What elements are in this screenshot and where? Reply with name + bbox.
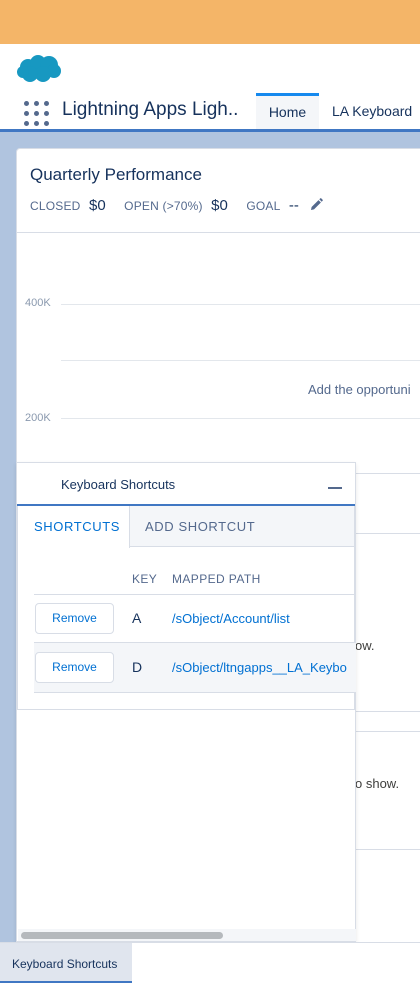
shortcut-key: A bbox=[132, 610, 142, 626]
tab-home[interactable]: Home bbox=[256, 93, 319, 129]
row-divider bbox=[34, 692, 356, 693]
list-divider bbox=[355, 711, 420, 712]
tab-la-keyboard[interactable]: LA Keyboard bbox=[332, 93, 412, 129]
table-row: Remove D /sObject/ltngapps__LA_Keybo bbox=[34, 643, 356, 692]
y-axis-label-200k: 200K bbox=[25, 412, 51, 424]
app-name: Lightning Apps Ligh.. bbox=[62, 99, 239, 120]
app-launcher-icon[interactable] bbox=[24, 101, 50, 127]
closed-label: CLOSED bbox=[30, 199, 81, 213]
gridline bbox=[61, 360, 420, 361]
header-divider bbox=[34, 594, 356, 595]
remove-button[interactable]: Remove bbox=[35, 603, 114, 634]
mapped-path-link[interactable]: /sObject/Account/list bbox=[172, 611, 356, 626]
tab-strip: SHORTCUTS ADD SHORTCUT bbox=[18, 506, 354, 548]
shortcuts-tabset: SHORTCUTS ADD SHORTCUT KEY MAPPED PATH R… bbox=[17, 506, 356, 710]
shortcut-key: D bbox=[132, 659, 143, 675]
open-label: OPEN (>70%) bbox=[124, 199, 203, 213]
card-title: Quarterly Performance bbox=[30, 165, 202, 184]
mapped-path-link[interactable]: /sObject/ltngapps__LA_Keybo bbox=[172, 660, 356, 675]
card-header: Quarterly Performance CLOSED $0 OPEN (>7… bbox=[17, 149, 420, 233]
column-header-key: KEY bbox=[132, 572, 158, 586]
global-header bbox=[0, 44, 420, 93]
utility-item-keyboard-shortcuts[interactable]: Keyboard Shortcuts bbox=[0, 943, 132, 983]
top-banner bbox=[0, 0, 420, 44]
list-divider bbox=[355, 473, 420, 474]
tab-add-shortcut[interactable]: ADD SHORTCUT bbox=[145, 506, 255, 547]
open-value: $0 bbox=[211, 197, 228, 214]
chart-empty-message: Add the opportuni bbox=[308, 382, 411, 397]
scrollbar-thumb[interactable] bbox=[21, 932, 223, 939]
list-empty-text: ow. bbox=[355, 638, 375, 653]
goal-value: -- bbox=[288, 197, 299, 214]
panel-title: Keyboard Shortcuts bbox=[61, 477, 176, 492]
y-axis-label-400k: 400K bbox=[25, 297, 51, 309]
gridline bbox=[61, 418, 420, 419]
performance-stats: CLOSED $0 OPEN (>70%) $0 GOAL -- bbox=[30, 197, 324, 215]
list-divider bbox=[355, 533, 420, 534]
gridline bbox=[61, 304, 420, 305]
closed-value: $0 bbox=[89, 197, 106, 214]
list-divider bbox=[355, 731, 420, 732]
salesforce-cloud-icon[interactable] bbox=[16, 54, 62, 84]
app-navigation-bar: Lightning Apps Ligh.. Home LA Keyboard bbox=[0, 93, 420, 132]
utility-bar: Keyboard Shortcuts bbox=[0, 942, 420, 983]
horizontal-scrollbar[interactable] bbox=[18, 929, 356, 941]
remove-button[interactable]: Remove bbox=[35, 652, 114, 683]
list-empty-text: o show. bbox=[355, 776, 400, 791]
tab-shortcuts[interactable]: SHORTCUTS bbox=[18, 506, 130, 548]
list-divider bbox=[355, 849, 420, 850]
panel-header: Keyboard Shortcuts bbox=[17, 463, 355, 506]
keyboard-shortcuts-panel: Keyboard Shortcuts SHORTCUTS ADD SHORTCU… bbox=[16, 462, 356, 942]
column-header-mapped-path: MAPPED PATH bbox=[172, 572, 261, 586]
pencil-icon[interactable] bbox=[309, 198, 324, 212]
goal-label: GOAL bbox=[246, 199, 281, 213]
minimize-icon[interactable] bbox=[328, 487, 342, 489]
